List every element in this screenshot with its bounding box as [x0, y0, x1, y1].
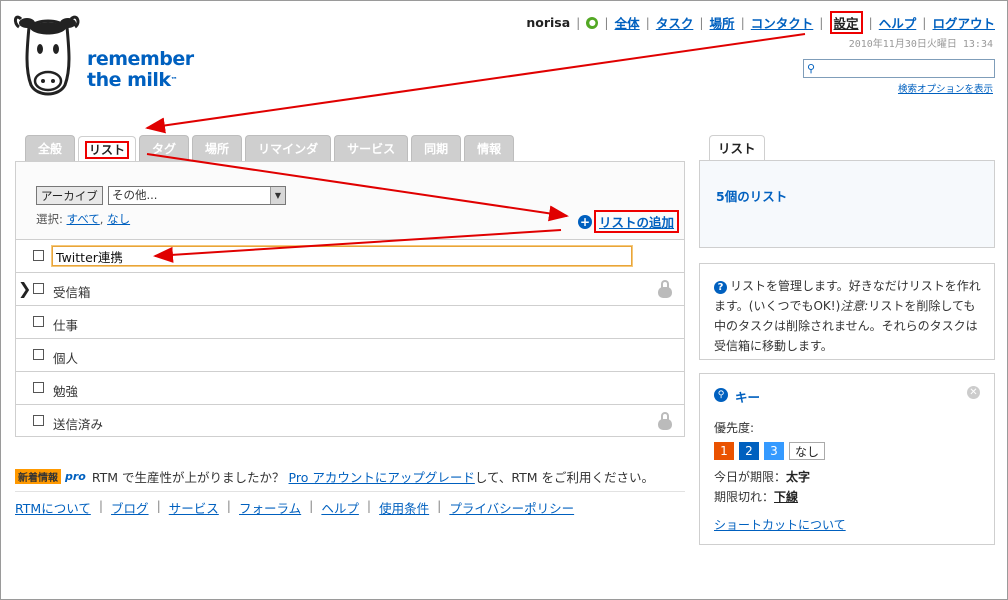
nav-link-overview[interactable]: 全体 [615, 13, 640, 32]
list-name: 仕事 [53, 318, 79, 333]
nav-link-settings[interactable]: 設定 [829, 11, 863, 34]
tab-info[interactable]: 情報 [464, 135, 515, 161]
rtm-logo[interactable]: remember the milk™ [13, 9, 203, 101]
help-box: ? リストを管理します。好きなだけリストを作れます。(いくつでもOK!)注意:リス… [699, 263, 995, 360]
footer-link-forums[interactable]: フォーラム [239, 498, 301, 517]
footer-link-blog[interactable]: ブログ [111, 498, 149, 517]
upgrade-link[interactable]: Pro アカウントにアップグレード [289, 467, 475, 486]
select-all-link[interactable]: すべて [67, 212, 100, 226]
list-row[interactable]: 個人 [16, 339, 684, 372]
footer-link-terms[interactable]: 使用条件 [379, 498, 429, 517]
footer-link-privacy[interactable]: プライバシーポリシー [449, 498, 574, 517]
list-row[interactable]: 送信済み [16, 405, 684, 438]
list-row[interactable]: 勉強 [16, 372, 684, 405]
new-list-name-input[interactable] [51, 245, 633, 267]
list-count: 5個のリスト [716, 189, 788, 204]
key-icon: ⚲ [714, 388, 728, 402]
nav-link-locations[interactable]: 場所 [710, 13, 735, 32]
footer-link-about[interactable]: RTMについて [15, 498, 91, 517]
row-checkbox[interactable] [33, 316, 44, 327]
list-row[interactable]: ❯ 受信箱 [16, 273, 684, 306]
sidebar-tab-lists[interactable]: リスト [709, 135, 765, 161]
current-datetime: 2010年11月30日火曜日 13:34 [848, 39, 993, 50]
footer-divider [15, 491, 685, 492]
priority-3-badge: 3 [764, 442, 784, 460]
dropdown-arrow-icon: ▼ [270, 187, 285, 204]
tab-tags[interactable]: タグ [139, 135, 190, 161]
nav-link-logout[interactable]: ログアウト [932, 13, 995, 32]
tab-sync[interactable]: 同期 [411, 135, 462, 161]
priority-none-badge: なし [789, 442, 825, 460]
row-checkbox[interactable] [33, 349, 44, 360]
select-controls: 選択: すべて, なし [36, 212, 131, 226]
cow-logo-icon [13, 15, 80, 96]
news-badge: 新着情報 [15, 469, 61, 484]
priority-1-badge: 1 [714, 442, 734, 460]
list-name: 受信箱 [53, 285, 91, 300]
key-title: キー [735, 390, 761, 405]
row-checkbox[interactable] [33, 250, 44, 261]
lock-icon [658, 280, 672, 298]
tab-reminders[interactable]: リマインダ [245, 135, 332, 161]
settings-tabs: 全般 リスト タグ 場所 リマインダ サービス 同期 情報 [25, 135, 517, 162]
nav-link-tasks[interactable]: タスク [656, 13, 694, 32]
row-checkbox[interactable] [33, 382, 44, 393]
nav-link-contacts[interactable]: コンタクト [751, 13, 814, 32]
key-box: ⚲ キー ✕ 優先度: 1 2 3 なし 今日が期限：太字 期限切れ：下線 ショ… [699, 373, 995, 545]
row-checkbox[interactable] [33, 415, 44, 426]
search-options-link[interactable]: 検索オプションを表示 [898, 81, 993, 95]
online-status-icon: ● [586, 16, 599, 29]
nav-link-help[interactable]: ヘルプ [879, 13, 917, 32]
search-box[interactable]: ⚲ [803, 59, 995, 78]
help-icon: ? [714, 281, 727, 294]
list-row[interactable]: 仕事 [16, 306, 684, 339]
list-count-box: 5個のリスト [699, 160, 995, 248]
pro-badge: pro [65, 470, 86, 483]
list-name: 送信済み [53, 417, 104, 432]
priority-label: 優先度: [714, 421, 755, 435]
archive-button[interactable]: アーカイブ [36, 186, 103, 205]
username: norisa [526, 15, 571, 30]
current-row-caret-icon: ❯ [18, 279, 32, 298]
tab-locations[interactable]: 場所 [192, 135, 243, 161]
priority-2-badge: 2 [739, 442, 759, 460]
lists-panel: アーカイブ その他... ▼ 選択: すべて, なし + リストの追加 ❯ 受信… [15, 161, 685, 437]
footer-links: RTMについて | ブログ | サービス | フォーラム | ヘルプ | 使用条件 | プラ… [15, 498, 575, 517]
list-name: 個人 [53, 351, 79, 366]
shortcuts-link[interactable]: ショートカットについて [714, 516, 846, 533]
select-none-link[interactable]: なし [107, 212, 130, 226]
tab-services[interactable]: サービス [334, 135, 409, 161]
plus-icon: + [578, 214, 592, 229]
top-nav: norisa | ● | 全体 | タスク | 場所 | コンタクト | 設定 … [526, 11, 995, 34]
footer-link-help[interactable]: ヘルプ [321, 498, 359, 517]
add-list-button[interactable]: + リストの追加 [578, 210, 680, 233]
due-today-legend: 今日が期限：太字 [714, 470, 811, 484]
annotation-arrow [145, 33, 806, 134]
priority-legend: 1 2 3 なし [714, 442, 830, 460]
search-icon: ⚲ [807, 62, 816, 75]
tab-general[interactable]: 全般 [25, 135, 76, 161]
add-list-link[interactable]: リストの追加 [594, 210, 680, 233]
lists-toolbar: アーカイブ その他... ▼ 選択: すべて, なし + リストの追加 [16, 162, 684, 240]
list-name: 勉強 [53, 384, 79, 399]
row-checkbox[interactable] [33, 283, 44, 294]
logo-text: remember the milk™ [87, 48, 194, 91]
overdue-legend: 期限切れ：下線 [714, 490, 799, 504]
footer-link-services[interactable]: サービス [169, 498, 219, 517]
search-input[interactable] [820, 61, 990, 76]
new-list-row [16, 240, 684, 273]
tab-lists[interactable]: リスト [78, 136, 137, 162]
pro-promo: 新着情報 pro RTM で生産性が上がりましたか？ Pro アカウントにアップ… [15, 467, 654, 486]
lock-icon [658, 412, 672, 430]
close-icon[interactable]: ✕ [967, 386, 980, 399]
more-actions-select[interactable]: その他... ▼ [108, 186, 286, 205]
